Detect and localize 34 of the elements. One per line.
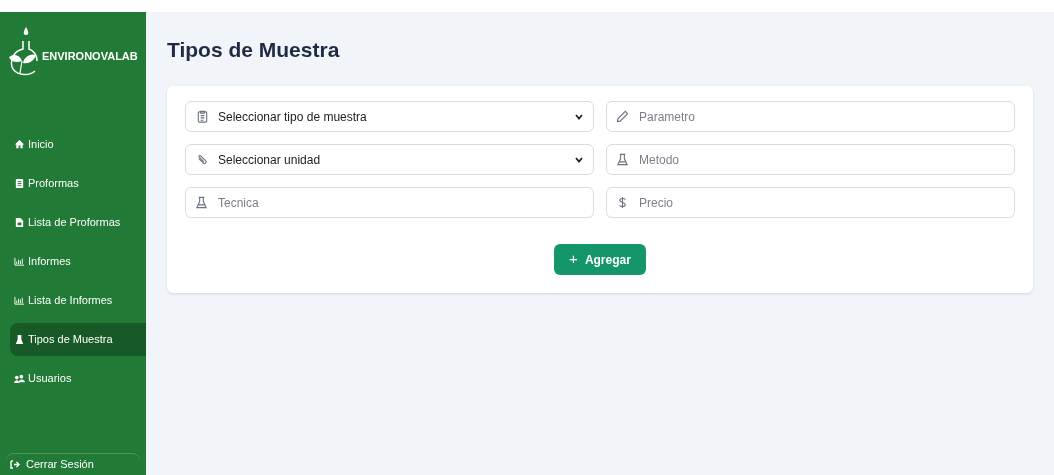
flask-icon <box>195 196 208 209</box>
add-button[interactable]: + Agregar <box>554 244 646 275</box>
flask-icon <box>616 153 629 166</box>
nav-item[interactable]: Lista de Proformas <box>10 206 146 239</box>
nav-item[interactable]: Informes <box>10 245 146 278</box>
nav-item[interactable]: Proformas <box>10 167 146 200</box>
input-field[interactable]: Tecnica <box>185 187 594 218</box>
select-field[interactable]: Seleccionar tipo de muestra <box>185 101 594 132</box>
logout-icon <box>10 460 20 469</box>
document-icon <box>14 178 25 189</box>
flask-icon <box>14 334 25 345</box>
pencil-icon <box>616 110 629 123</box>
dollar-icon <box>616 196 629 209</box>
users-icon <box>14 373 25 384</box>
input-field[interactable]: Parametro <box>606 101 1015 132</box>
nav-item[interactable]: Usuarios <box>10 362 146 395</box>
page-title: Tipos de Muestra <box>167 37 341 62</box>
logout-link[interactable]: Cerrar Sesión <box>10 456 94 473</box>
home-icon <box>14 139 25 150</box>
input-field[interactable]: Metodo <box>606 144 1015 175</box>
nav-item[interactable]: Inicio <box>10 128 146 161</box>
select-field[interactable]: Seleccionar unidad <box>185 144 594 175</box>
document-icon <box>14 217 25 228</box>
nav-item[interactable]: Tipos de Muestra <box>10 323 146 356</box>
paperclip-icon <box>196 153 209 166</box>
brand-name: ENVIRONOVALAB <box>42 48 138 64</box>
chart-icon <box>14 295 25 306</box>
chart-icon <box>14 256 25 267</box>
chevron-down-icon <box>575 113 583 120</box>
nav-item[interactable]: Lista de Informes <box>10 284 146 317</box>
input-field[interactable]: Precio <box>606 187 1015 218</box>
clipboard-icon <box>196 110 209 123</box>
logo-icon <box>6 25 40 77</box>
chevron-down-icon <box>575 156 583 163</box>
